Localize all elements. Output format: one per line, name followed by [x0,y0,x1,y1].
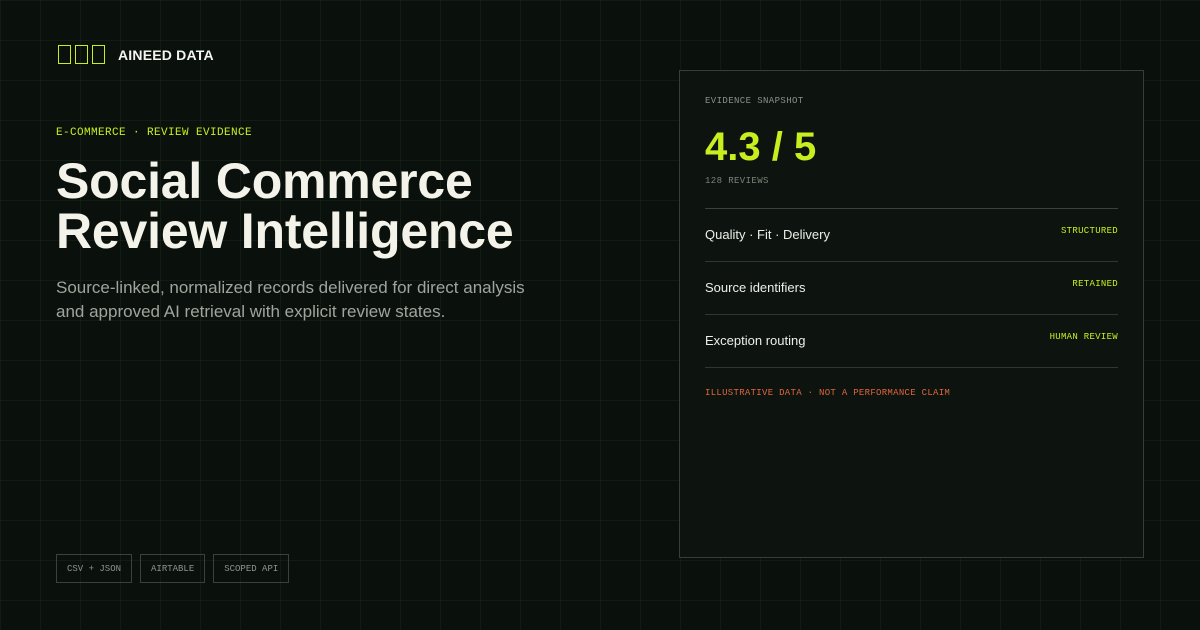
three-box-logo-icon [58,45,105,64]
evidence-rows: Quality · Fit · Delivery STRUCTURED Sour… [705,208,1118,368]
evidence-row-status: HUMAN REVIEW [1049,332,1118,342]
page-title-line-1: Social Commerce [56,153,473,209]
rating-score: 4.3 / 5 [705,125,817,169]
evidence-row: Source identifiers RETAINED [705,262,1118,315]
card-label: EVIDENCE SNAPSHOT [705,96,804,106]
evidence-card: EVIDENCE SNAPSHOT 4.3 / 5 128 REVIEWS Qu… [679,70,1144,558]
chip-airtable: AIRTABLE [140,554,206,583]
chip-csv-json: CSV + JSON [56,554,133,583]
page-title: Social Commerce Review Intelligence [56,153,514,259]
hero-description: Source-linked, normalized records delive… [56,278,525,321]
evidence-row-label: Exception routing [705,333,806,348]
evidence-row: Quality · Fit · Delivery STRUCTURED [705,209,1118,262]
brand: AINEED DATA [58,45,214,64]
disclaimer: ILLUSTRATIVE DATA · NOT A PERFORMANCE CL… [705,388,951,398]
review-count: 128 REVIEWS [705,176,769,186]
page-title-line-2: Review Intelligence [56,203,514,259]
evidence-row: Exception routing HUMAN REVIEW [705,315,1118,368]
brand-name: AINEED DATA [118,46,214,63]
chip-scoped-api: SCOPED API [213,554,290,583]
evidence-row-status: RETAINED [1072,279,1118,289]
evidence-row-status: STRUCTURED [1060,226,1118,236]
evidence-row-label: Quality · Fit · Delivery [705,227,830,242]
format-chips: CSV + JSON AIRTABLE SCOPED API [56,554,290,583]
eyebrow-label: E-COMMERCE · REVIEW EVIDENCE [56,127,253,139]
evidence-row-label: Source identifiers [705,280,806,295]
